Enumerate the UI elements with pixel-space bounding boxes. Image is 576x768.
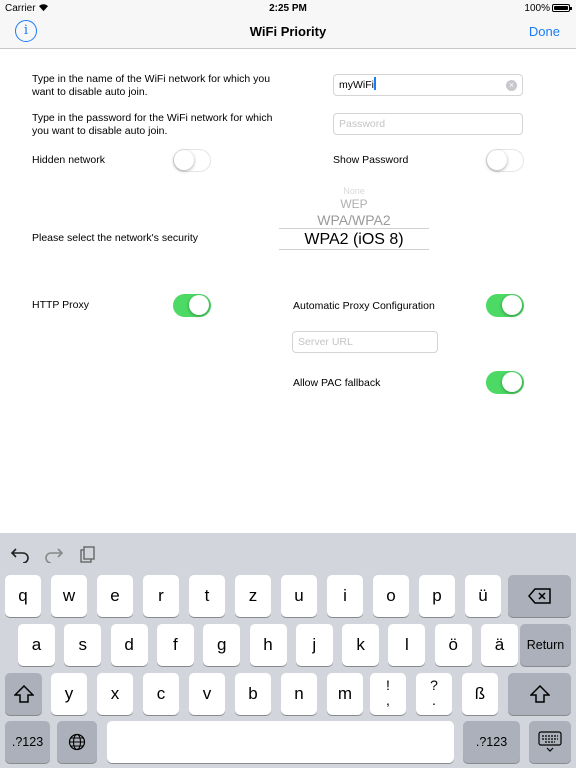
key-2-row3[interactable]: c — [143, 673, 179, 715]
key-7-row1[interactable]: i — [327, 575, 363, 617]
page-title: WiFi Priority — [249, 24, 327, 39]
key-6-row2[interactable]: j — [295, 624, 333, 666]
pac-fallback-label: Allow PAC fallback — [293, 377, 381, 389]
shift-key-right[interactable] — [508, 673, 571, 715]
switch-knob — [502, 295, 522, 315]
shift-key-left[interactable] — [5, 673, 42, 715]
keyboard-dismiss-key[interactable] — [529, 721, 571, 763]
key-3-row2[interactable]: f — [156, 624, 194, 666]
key-alt-char: ? — [430, 677, 438, 693]
globe-icon — [68, 733, 86, 751]
navigation-bar: i WiFi Priority Done — [0, 18, 576, 49]
auto-proxy-switch[interactable] — [486, 294, 524, 317]
key-alt-char: ! — [386, 677, 390, 693]
shift-icon — [530, 685, 550, 703]
server-url-field[interactable]: Server URL — [292, 331, 438, 353]
backspace-key[interactable] — [508, 575, 571, 617]
return-key[interactable]: Return — [520, 624, 571, 666]
key-main-char: , — [386, 692, 390, 708]
key-8-row2[interactable]: l — [388, 624, 426, 666]
key-0-row3[interactable]: y — [51, 673, 87, 715]
key-sharp-s[interactable]: ß — [462, 673, 498, 715]
backspace-icon — [528, 588, 551, 604]
text-cursor — [374, 77, 376, 90]
key-exclamation-comma[interactable]: ! , — [370, 673, 406, 715]
battery-percent: 100% — [524, 3, 550, 14]
picker-option-wep[interactable]: WEP — [279, 197, 429, 211]
password-label: Type in the password for the WiFi networ… — [32, 112, 273, 137]
key-1-row2[interactable]: s — [64, 624, 102, 666]
password-placeholder: Password — [339, 118, 386, 130]
key-1-row3[interactable]: x — [97, 673, 133, 715]
pac-fallback-switch[interactable] — [486, 371, 524, 394]
key-2-row2[interactable]: d — [110, 624, 148, 666]
key-3-row3[interactable]: v — [189, 673, 225, 715]
picker-option-selected[interactable]: WPA2 (iOS 8) — [279, 228, 429, 250]
auto-proxy-label: Automatic Proxy Configuration — [293, 300, 435, 312]
numbers-key-right[interactable]: .?123 — [463, 721, 520, 763]
keyboard-shortcut-bar — [0, 533, 576, 573]
done-button[interactable]: Done — [529, 24, 560, 39]
key-3-row1[interactable]: r — [143, 575, 179, 617]
battery-icon — [552, 4, 572, 12]
hidden-network-switch[interactable] — [173, 149, 211, 172]
key-5-row1[interactable]: z — [235, 575, 271, 617]
key-2-row1[interactable]: e — [97, 575, 133, 617]
picker-option-wpa[interactable]: WPA/WPA2 — [279, 212, 429, 228]
switch-knob — [502, 372, 522, 392]
keyboard: qwertzuiopü asdfghjklöä Return yxcvbnm !… — [0, 533, 576, 768]
key-4-row2[interactable]: g — [203, 624, 241, 666]
key-0-row1[interactable]: q — [5, 575, 41, 617]
key-5-row2[interactable]: h — [249, 624, 287, 666]
key-5-row3[interactable]: n — [281, 673, 317, 715]
key-4-row1[interactable]: t — [189, 575, 225, 617]
security-picker[interactable]: None WEP WPA/WPA2 WPA2 (iOS 8) — [279, 186, 429, 252]
key-9-row1[interactable]: p — [419, 575, 455, 617]
undo-icon[interactable] — [10, 545, 30, 563]
hidden-network-label: Hidden network — [32, 154, 105, 166]
redo-icon[interactable] — [44, 545, 64, 563]
picker-option-none[interactable]: None — [279, 186, 429, 196]
show-password-switch[interactable] — [486, 149, 524, 172]
switch-knob — [189, 295, 209, 315]
ssid-value: myWiFi — [339, 79, 374, 91]
status-bar: Carrier 2:25 PM 100% — [0, 0, 576, 18]
shift-icon — [14, 685, 34, 703]
key-6-row1[interactable]: u — [281, 575, 317, 617]
globe-key[interactable] — [57, 721, 97, 763]
server-url-placeholder: Server URL — [298, 336, 353, 348]
numbers-key-left[interactable]: .?123 — [5, 721, 50, 763]
space-bar[interactable] — [107, 721, 454, 763]
key-0-row2[interactable]: a — [18, 624, 55, 666]
password-field[interactable]: Password — [333, 113, 523, 135]
switch-knob — [174, 150, 194, 170]
key-main-char: . — [432, 692, 436, 708]
key-9-row2[interactable]: ö — [434, 624, 472, 666]
key-6-row3[interactable]: m — [327, 673, 363, 715]
security-label: Please select the network's security — [32, 232, 198, 244]
key-1-row1[interactable]: w — [51, 575, 87, 617]
clear-text-button[interactable]: × — [506, 80, 517, 91]
switch-knob — [487, 150, 507, 170]
show-password-label: Show Password — [333, 154, 409, 166]
paste-icon[interactable] — [78, 545, 98, 563]
key-question-period[interactable]: ? . — [416, 673, 452, 715]
http-proxy-label: HTTP Proxy — [32, 299, 89, 311]
key-8-row1[interactable]: o — [373, 575, 409, 617]
ssid-label: Type in the name of the WiFi network for… — [32, 73, 271, 98]
keyboard-dismiss-icon — [538, 731, 562, 752]
key-10-row1[interactable]: ü — [465, 575, 501, 617]
http-proxy-switch[interactable] — [173, 294, 211, 317]
key-7-row2[interactable]: k — [342, 624, 380, 666]
key-10-row2[interactable]: ä — [481, 624, 518, 666]
ssid-field[interactable]: myWiFi × — [333, 74, 523, 96]
key-4-row3[interactable]: b — [235, 673, 271, 715]
status-time: 2:25 PM — [269, 3, 307, 14]
